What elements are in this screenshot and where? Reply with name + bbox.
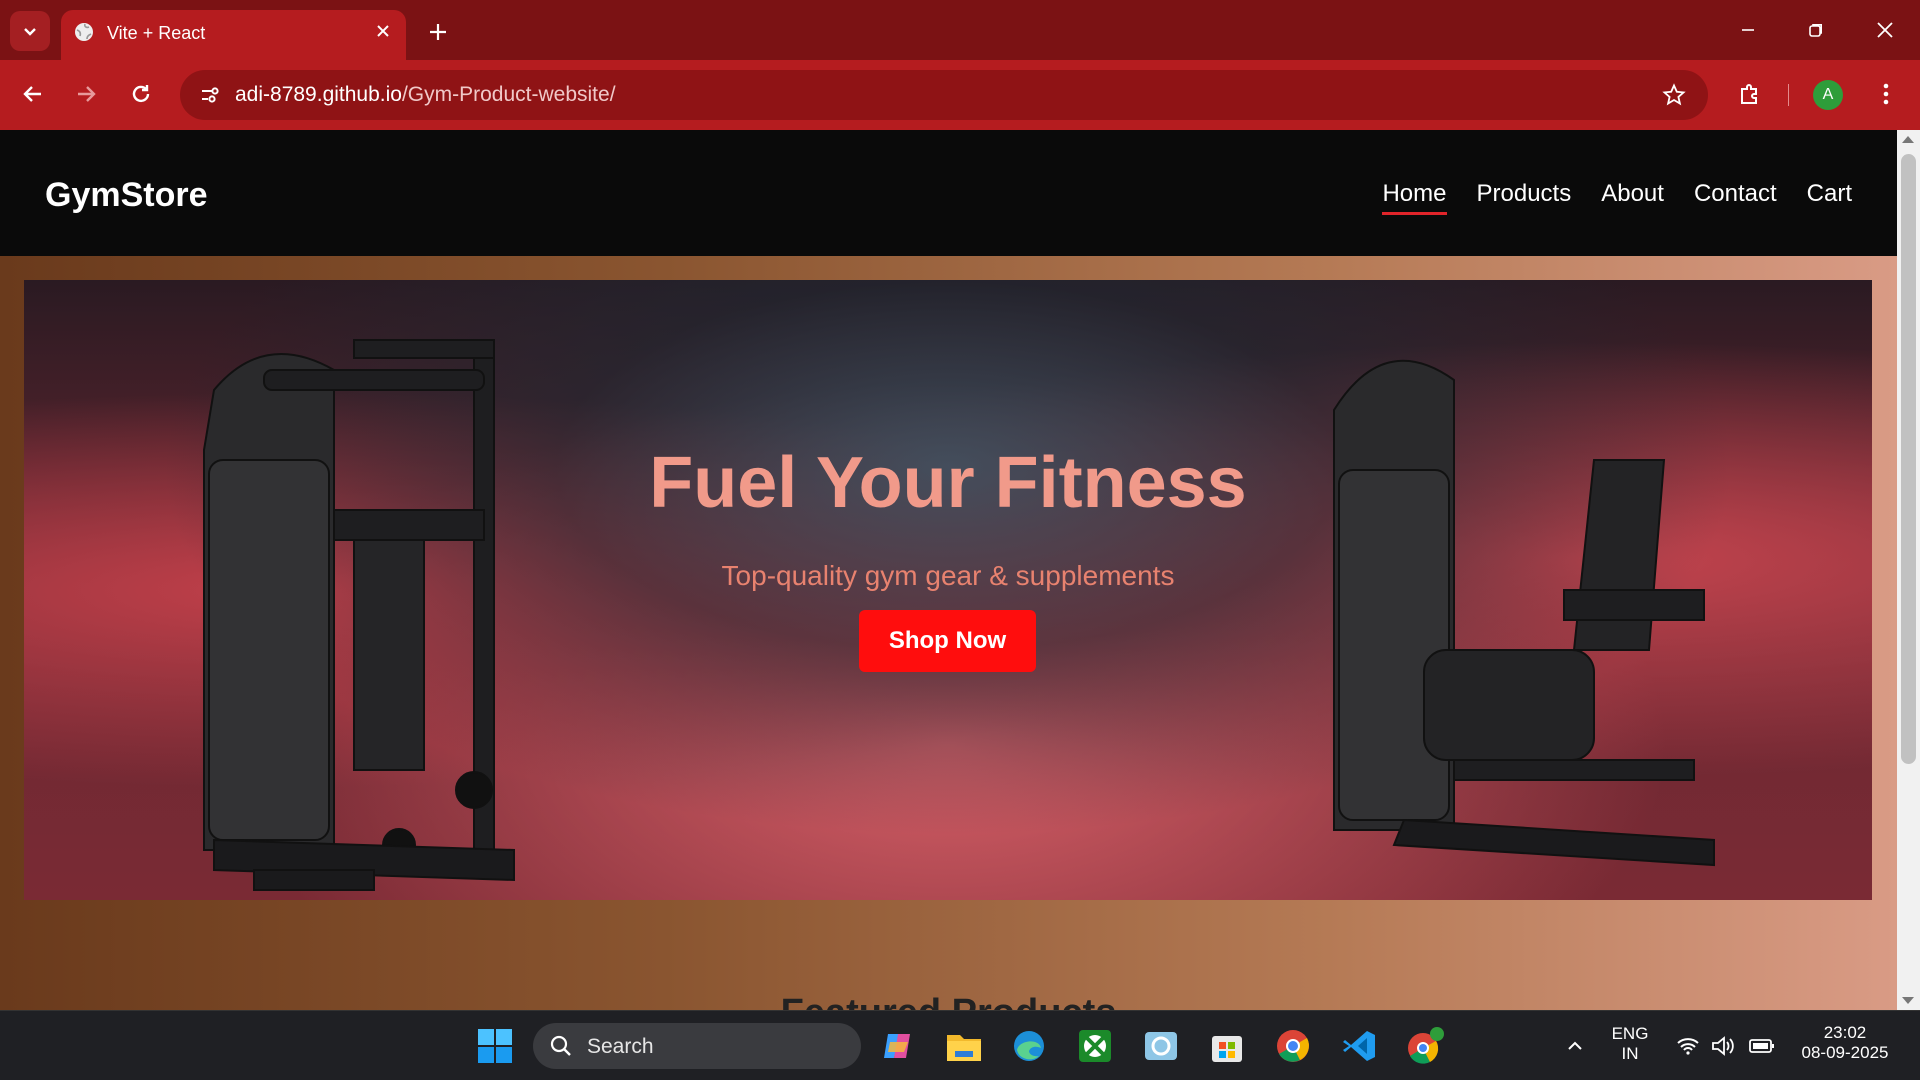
wifi-icon (1677, 1038, 1699, 1055)
restore-button[interactable] (1786, 8, 1846, 52)
close-tab-icon[interactable] (369, 17, 397, 45)
nav-link-products[interactable]: Products (1477, 180, 1572, 215)
browser-menu-button[interactable] (1870, 74, 1902, 114)
hero-title: Fuel Your Fitness (649, 443, 1247, 523)
url-host: adi-8789.github.io (235, 83, 402, 106)
chrome-icon (1277, 1030, 1309, 1062)
edge-app[interactable] (1007, 1024, 1051, 1068)
reload-button[interactable] (121, 74, 161, 114)
store-app[interactable] (1205, 1024, 1249, 1068)
hero-banner: Fuel Your Fitness Top-quality gym gear &… (24, 280, 1872, 900)
show-hidden-icons-button[interactable] (1553, 1024, 1597, 1068)
address-bar[interactable]: adi-8789.github.io/Gym-Product-website/ (180, 70, 1708, 120)
globe-icon (75, 23, 93, 41)
start-button[interactable] (473, 1024, 517, 1068)
site-header: GymStore Home Products About Contact Car… (0, 130, 1897, 256)
site-settings-icon[interactable] (192, 77, 228, 113)
copilot-app[interactable] (876, 1024, 920, 1068)
chrome-profile-icon (1408, 1027, 1444, 1064)
arrow-right-icon (78, 86, 96, 102)
kebab-menu-icon (1883, 83, 1889, 105)
scroll-up-icon[interactable] (1902, 136, 1914, 143)
arrow-left-icon (23, 86, 41, 102)
taskbar-search[interactable]: Search (533, 1023, 861, 1069)
nav-link-cart[interactable]: Cart (1807, 180, 1852, 215)
vscode-icon (1343, 1031, 1375, 1061)
reload-icon (132, 85, 150, 103)
browser-toolbar: adi-8789.github.io/Gym-Product-website/ … (0, 60, 1920, 130)
clock-date: 08-09-2025 (1801, 1043, 1889, 1062)
chrome-profile-app[interactable] (1403, 1024, 1447, 1068)
minimize-icon (1742, 29, 1754, 31)
language-indicator[interactable]: ENG IN (1600, 1024, 1660, 1064)
bookmark-star-icon[interactable] (1658, 79, 1690, 111)
chrome-app[interactable] (1271, 1024, 1315, 1068)
profile-avatar[interactable]: A (1813, 80, 1843, 110)
close-icon (1877, 22, 1893, 38)
clock-time: 23:02 (1823, 1023, 1867, 1042)
restore-icon (1809, 24, 1822, 37)
page-scrollbar[interactable] (1897, 130, 1920, 1010)
url-text: adi-8789.github.io/Gym-Product-website/ (235, 83, 616, 107)
tab-search-button[interactable] (10, 11, 50, 51)
volume-icon (1712, 1036, 1734, 1056)
scrollbar-thumb[interactable] (1901, 154, 1916, 764)
chevron-up-icon (1568, 1041, 1582, 1050)
xbox-icon (1079, 1030, 1111, 1062)
hero-subtitle: Top-quality gym gear & supplements (721, 560, 1175, 591)
featured-products-heading: Featured Products (0, 992, 1897, 1010)
folder-icon (947, 1035, 981, 1061)
clock[interactable]: 23:02 08-09-2025 (1790, 1023, 1900, 1063)
toolbar-divider (1788, 84, 1789, 106)
vscode-app[interactable] (1337, 1024, 1381, 1068)
search-icon (550, 1035, 571, 1056)
plus-icon (430, 24, 446, 40)
copilot-icon (884, 1034, 910, 1058)
close-window-button[interactable] (1855, 8, 1915, 52)
back-button[interactable] (13, 74, 53, 114)
browser-tab[interactable]: Vite + React (61, 10, 406, 60)
language-code: ENG (1611, 1024, 1649, 1043)
minimize-button[interactable] (1718, 8, 1778, 52)
windows-logo-icon (478, 1029, 512, 1063)
extensions-button[interactable] (1730, 74, 1770, 114)
edge-icon (1014, 1031, 1044, 1061)
nav-link-home[interactable]: Home (1382, 180, 1447, 215)
xbox-app[interactable] (1073, 1024, 1117, 1068)
battery-status[interactable] (1740, 1024, 1784, 1068)
nav-link-about[interactable]: About (1601, 180, 1664, 215)
url-path: /Gym-Product-website/ (401, 83, 616, 106)
site-logo[interactable]: GymStore (45, 176, 208, 215)
region-code: IN (1621, 1044, 1639, 1063)
site-nav: Home Products About Contact Cart (1382, 180, 1852, 215)
windows-taskbar: Search ENG IN 23:02 08-09-2025 (0, 1010, 1920, 1080)
chevron-down-icon (24, 28, 36, 36)
remote-desktop-icon (1145, 1032, 1177, 1060)
store-icon (1212, 1036, 1242, 1062)
nav-link-contact[interactable]: Contact (1694, 180, 1777, 215)
taskbar-search-label: Search (587, 1035, 654, 1058)
forward-button[interactable] (66, 74, 106, 114)
battery-icon (1749, 1039, 1774, 1053)
tab-title: Vite + React (107, 23, 206, 43)
gym-machine-right-image (1333, 359, 1715, 867)
new-tab-button[interactable] (420, 14, 456, 50)
page-viewport: GymStore Home Products About Contact Car… (0, 130, 1897, 1010)
remote-app[interactable] (1139, 1024, 1183, 1068)
gym-machine-left-image (203, 339, 515, 891)
shop-now-button[interactable]: Shop Now (859, 610, 1036, 672)
tab-strip: Vite + React (0, 0, 1920, 60)
file-explorer-app[interactable] (942, 1024, 986, 1068)
scroll-down-icon[interactable] (1902, 997, 1914, 1004)
puzzle-icon (1741, 84, 1757, 104)
